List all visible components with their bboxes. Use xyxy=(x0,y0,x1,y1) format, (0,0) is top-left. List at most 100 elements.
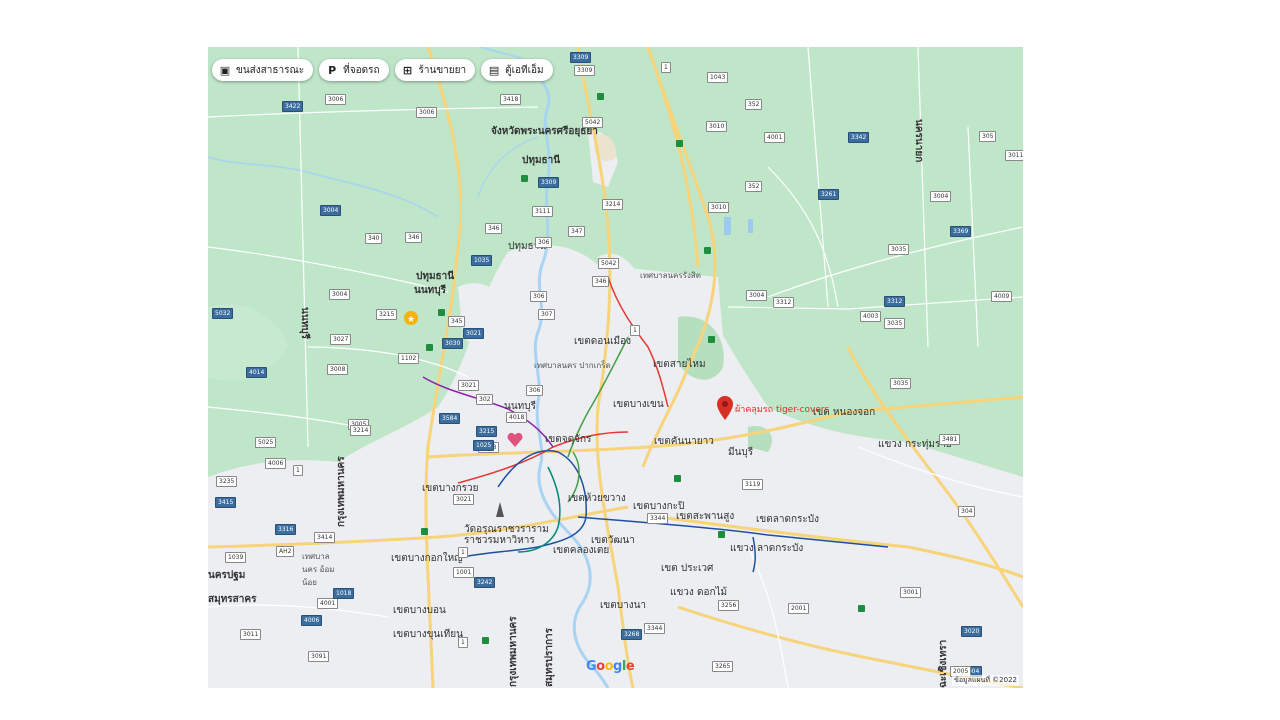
road-shield: 3316 xyxy=(275,524,297,535)
label-chatuchak: เขตจตุจักร xyxy=(545,434,592,445)
road-shield: 306 xyxy=(530,291,548,302)
road-shield: 1 xyxy=(458,637,468,648)
road-shield: 346 xyxy=(485,223,503,234)
chip-atm[interactable]: ▤ ตู้เอทีเอ็ม xyxy=(481,59,553,81)
road-shield: 306 xyxy=(526,385,544,396)
road-shield: 1 xyxy=(293,465,303,476)
filter-chip-bar: ▣ ขนส่งสาธารณะ P ที่จอดรถ ⊞ ร้านขายยา ▤ … xyxy=(212,59,553,81)
label-nakhon-pathom: นครปฐม xyxy=(208,570,246,581)
road-shield: 305 xyxy=(979,131,997,142)
road-shield: 3020 xyxy=(961,626,983,637)
label-bang-kok-yai: เขตบางกอกใหญ่ xyxy=(391,553,463,564)
road-shield: 3418 xyxy=(500,94,522,105)
label-don-mueang: เขตดอนเมือง xyxy=(574,336,631,347)
road-shield: 3027 xyxy=(330,334,352,345)
road-shield: 3006 xyxy=(416,107,438,118)
road-shield: 3309 xyxy=(570,52,592,63)
atm-icon: ▤ xyxy=(488,63,500,77)
label-pathum-nonthaburi: ปทุมธานี xyxy=(416,271,455,282)
place-marker-label[interactable]: ผ้าคลุมรถ tiger-covers xyxy=(735,402,829,416)
road-shield: 302 xyxy=(476,394,494,405)
label-pathum-thani-top: ปทุมธานี xyxy=(522,155,561,166)
road-shield: 1039 xyxy=(225,552,247,563)
road-shield: AH2 xyxy=(276,546,295,557)
chip-transit[interactable]: ▣ ขนส่งสาธารณะ xyxy=(212,59,314,81)
road-shield: 3481 xyxy=(939,434,961,445)
label-min-buri: มีนบุรี xyxy=(728,447,754,458)
chip-pharmacy[interactable]: ⊞ ร้านขายยา xyxy=(394,59,476,81)
road-shield: 1001 xyxy=(453,567,475,578)
road-shield: 4006 xyxy=(265,458,287,469)
map-attribution[interactable]: ข้อมูลแผนที่ ©2022 xyxy=(952,675,1019,686)
road-shield: 1025 xyxy=(473,440,495,451)
label-sai-mai: เขตสายไหม xyxy=(653,359,706,370)
pharmacy-icon: ⊞ xyxy=(402,63,413,77)
road-shield: 4009 xyxy=(991,291,1013,302)
road-shield: 3215 xyxy=(376,309,398,320)
road-shield: 3111 xyxy=(532,206,554,217)
road-shield: 3011 xyxy=(240,629,262,640)
label-lat-krabang: เขตลาดกระบัง xyxy=(756,514,820,525)
map-pin-icon xyxy=(717,396,733,420)
road-shield: 1043 xyxy=(707,72,729,83)
label-nonthaburi-vertical: นนทบุรี xyxy=(299,307,310,339)
road-shield: 3584 xyxy=(439,413,461,424)
label-huai-khwang: เขตห้วยขวาง xyxy=(568,493,626,504)
road-shield: 347 xyxy=(568,226,586,237)
label-bangkok-vertical-2: กรุงเทพมหานคร xyxy=(508,616,519,687)
road-shield: 3004 xyxy=(320,205,342,216)
road-shield: 3021 xyxy=(458,380,480,391)
road-shield: 4018 xyxy=(506,412,528,423)
road-shield: 1018 xyxy=(333,588,355,599)
road-shield: 5032 xyxy=(212,308,234,319)
road-shield: 4001 xyxy=(764,132,786,143)
road-shield: 3030 xyxy=(442,338,464,349)
road-shield: 2001 xyxy=(788,603,810,614)
road-shield: 4006 xyxy=(301,615,323,626)
road-shield: 3004 xyxy=(930,191,952,202)
road-shield: 1102 xyxy=(398,353,420,364)
label-pak-kret: เทศบาลนคร ปากเกร็ด xyxy=(534,361,611,370)
road-shield: 3235 xyxy=(216,476,238,487)
road-shield: 346 xyxy=(405,232,423,243)
road-shield: 340 xyxy=(365,233,383,244)
road-shield: 3035 xyxy=(884,318,906,329)
road-shield: 3415 xyxy=(215,497,237,508)
label-saphan-sung: เขตสะพานสูง xyxy=(676,511,735,522)
road-shield: 3021 xyxy=(453,494,475,505)
label-samut-prakan-vertical: สมุทรปราการ xyxy=(544,627,555,687)
road-shield: 3214 xyxy=(602,199,624,210)
label-prawet: เขต ประเวศ xyxy=(661,563,714,574)
road-shield: 1035 xyxy=(471,255,493,266)
train-icon: ▣ xyxy=(219,63,231,77)
chip-parking[interactable]: P ที่จอดรถ xyxy=(319,59,389,81)
label-lat-krabang-khwaeng: แขวง ลาดกระบัง xyxy=(730,543,804,554)
label-nonthaburi-border: นนทบุรี xyxy=(414,285,446,296)
parking-icon: P xyxy=(328,63,337,77)
road-shield: 1 xyxy=(458,547,468,558)
label-om-noi: เทศบาลนคร อ้อมน้อย xyxy=(302,552,335,587)
map-canvas[interactable]: ★ ▣ ขนส่งสาธารณะ P ที่จอดรถ ⊞ ร้านขายยา … xyxy=(208,47,1023,688)
road-shield: 3344 xyxy=(644,623,666,634)
road-shield: 3004 xyxy=(329,289,351,300)
road-shield: 3091 xyxy=(308,651,330,662)
road-shield: 352 xyxy=(745,99,763,110)
road-shield: 3309 xyxy=(574,65,596,76)
label-wat-arun: วัดอรุณราชวรารามราชวรมหาวิหาร xyxy=(464,524,549,546)
road-shield: 3268 xyxy=(621,629,643,640)
road-shield: 3035 xyxy=(888,244,910,255)
label-chachoengsao-vertical: ฉะเชิงเทรา xyxy=(938,639,949,688)
label-bang-khun-thian: เขตบางขุนเทียน xyxy=(393,629,463,640)
road-shield: 352 xyxy=(745,181,763,192)
label-nakhon-nayok-vertical: นครนายก xyxy=(913,119,924,163)
road-shield: 3119 xyxy=(742,479,764,490)
road-shield: 3006 xyxy=(325,94,347,105)
road-shield: 3369 xyxy=(950,226,972,237)
road-shield: 346 xyxy=(592,276,610,287)
road-shield: 3414 xyxy=(314,532,336,543)
road-shield: 3215 xyxy=(476,426,498,437)
road-shield: 306 xyxy=(535,237,553,248)
chip-atm-label: ตู้เอทีเอ็ม xyxy=(505,64,544,76)
road-shield: 3256 xyxy=(718,600,740,611)
chip-transit-label: ขนส่งสาธารณะ xyxy=(236,64,305,76)
